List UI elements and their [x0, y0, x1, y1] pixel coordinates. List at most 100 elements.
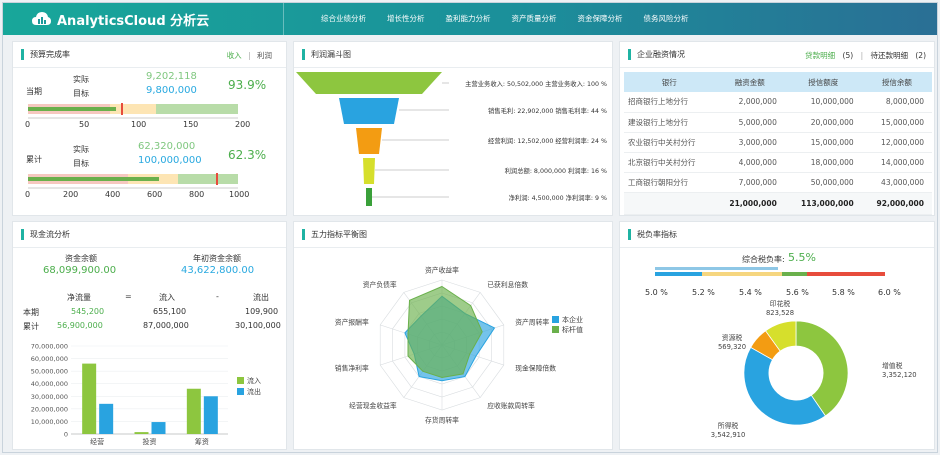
- five-forces-card: 五力指标平衡图 资产收益率 已获利息倍数 资产周转率 现金保障倍数 应收账款周转率 存货周…: [293, 221, 613, 450]
- radar-axis-label: 销售净利率: [335, 364, 369, 373]
- card-title: 预算完成率: [21, 49, 70, 60]
- column-header[interactable]: 授信额度: [784, 72, 862, 92]
- table-row[interactable]: 农业银行中关村分行 3,000,000 15,000,000 12,000,00…: [624, 132, 932, 153]
- tab-loan-details[interactable]: 贷款明细: [805, 51, 835, 60]
- bar-流入[interactable]: [186, 388, 201, 434]
- radar-axis-label: 资产报酬率: [335, 317, 369, 326]
- y-tick-label: 40,000,000: [31, 380, 68, 388]
- divider: [13, 67, 286, 68]
- period-net: 545,200: [71, 307, 105, 316]
- slice-value-label: 823,528: [766, 309, 794, 317]
- legend-label[interactable]: 流出: [247, 387, 261, 396]
- current-rate: 93.9%: [228, 78, 267, 92]
- divider: [620, 247, 934, 248]
- slice-name-label: 资源税: [722, 333, 743, 342]
- amount-cell: 4,000,000: [714, 152, 785, 173]
- column-header[interactable]: 授信余额: [861, 72, 932, 92]
- axis-tick: 200: [63, 190, 79, 199]
- inflow-header: 流入: [159, 293, 175, 302]
- legend-swatch: [237, 388, 244, 395]
- credit-cell: 15,000,000: [784, 132, 862, 153]
- y-tick-label: 0: [64, 431, 68, 439]
- radar-axis-label: 已获利息倍数: [487, 280, 528, 289]
- scale-tick: 5.2 %: [692, 288, 715, 297]
- cumulative-rate: 62.3%: [228, 148, 267, 162]
- tax-donut-chart: 增值税3,352,120 所得税3,542,910 资源税569,320 印花税823…: [711, 300, 917, 439]
- card-title: 企业融资情况: [628, 49, 685, 60]
- x-tick-label: 投资: [143, 437, 157, 446]
- legend-label[interactable]: 流入: [247, 376, 261, 385]
- radar-axis-label: 资产负债率: [363, 280, 397, 289]
- cumulative-net: 56,900,000: [57, 321, 103, 330]
- actual-bar: [28, 107, 116, 111]
- credit-cell: 20,000,000: [784, 112, 862, 133]
- funnel-level-net-profit: [366, 188, 372, 206]
- radar-axis-label: 应收账款周转率: [487, 401, 535, 410]
- total-label-cell: [624, 192, 715, 215]
- nav-item-profitability[interactable]: 盈利能力分析: [446, 3, 491, 35]
- legend-swatch: [552, 316, 559, 323]
- card-title: 现金流分析: [21, 229, 70, 240]
- current-target-label: 目标: [73, 89, 89, 98]
- tab-repayment-details[interactable]: 待还款明细: [870, 51, 908, 60]
- current-actual-value: 9,202,118: [146, 71, 197, 82]
- donut-slice-所得税[interactable]: [743, 346, 826, 426]
- tab-revenue[interactable]: 收入: [227, 51, 242, 60]
- bar-流出[interactable]: [203, 396, 218, 434]
- radar-chart: 资产收益率已获利息倍数资产周转率现金保障倍数应收账款周转率存货周转率 经营现金收益…: [335, 266, 583, 425]
- bank-cell: 工商银行朝阳分行: [624, 172, 715, 193]
- brand[interactable]: AnalyticsCloud 分析云: [31, 8, 209, 30]
- funnel-label: 利润总额: 8,000,000 利润率: 16 %: [504, 168, 607, 175]
- target-marker: [216, 173, 218, 185]
- bar-流出[interactable]: [151, 422, 166, 434]
- tax-card: 税负率指标 综合税负率: 5.5% 5.0 % 5.2 % 5.4 % 5.6 …: [619, 221, 935, 450]
- funnel-label: 净利润: 4,500,000 净利润率: 9 %: [508, 195, 607, 202]
- funnel-label: 经营利润: 12,502,000 经营利润率: 24 %: [488, 138, 607, 145]
- table-row[interactable]: 建设银行上地分行 5,000,000 20,000,000 15,000,000: [624, 112, 932, 133]
- total-credit-cell: 113,000,000: [784, 192, 862, 215]
- card-title: 利润漏斗图: [302, 49, 351, 60]
- card-title: 税负率指标: [628, 229, 677, 240]
- current-bullet-chart: [28, 103, 238, 119]
- bar-流出[interactable]: [99, 403, 114, 434]
- nav-item-debt-risk[interactable]: 债务风险分析: [644, 3, 689, 35]
- nav-item-overall[interactable]: 综合业绩分析: [321, 3, 366, 35]
- cumulative-actual-value: 62,320,000: [138, 141, 196, 152]
- nav-item-asset-quality[interactable]: 资产质量分析: [512, 3, 557, 35]
- credit-cell: 18,000,000: [784, 152, 862, 173]
- cumulative-out: 30,100,000: [235, 321, 281, 330]
- financing-card: 企业融资情况 贷款明细 (5) | 待还款明细 (2) 银行 融资金额 授信额度…: [619, 41, 935, 216]
- column-header[interactable]: 融资金额: [714, 72, 785, 92]
- funnel-level-total-profit: [363, 158, 375, 184]
- total-amount-cell: 21,000,000: [714, 192, 785, 215]
- slice-value-label: 3,352,120: [882, 371, 917, 379]
- slice-name-label: 所得税: [718, 421, 739, 430]
- profit-funnel-card: 利润漏斗图 主营业务收入: 50,502,000 主营业务收入: 100 % 销…: [293, 41, 613, 216]
- legend-label[interactable]: 本企业: [562, 315, 583, 324]
- budget-card: 预算完成率 收入 | 利润 当期 实际 9,202,118 目标 9,800,0…: [12, 41, 287, 216]
- balance-cell: 43,000,000: [861, 172, 932, 193]
- table-row[interactable]: 北京银行中关村分行 4,000,000 18,000,000 14,000,00…: [624, 152, 932, 173]
- divider: [620, 67, 934, 68]
- balance-cell: 14,000,000: [861, 152, 932, 173]
- bank-cell: 北京银行中关村分行: [624, 152, 715, 173]
- nav-item-funding[interactable]: 资金保障分析: [578, 3, 623, 35]
- cumulative-actual-label: 实际: [73, 145, 89, 154]
- top-navigation-bar: AnalyticsCloud 分析云 综合业绩分析 增长性分析 盈利能力分析 资…: [3, 3, 937, 35]
- cumulative-label: 累计: [26, 155, 42, 164]
- net-flow-header: 净流量: [67, 293, 91, 302]
- table-row[interactable]: 招商银行上地分行 2,000,000 10,000,000 8,000,000: [624, 92, 932, 113]
- tab-profit[interactable]: 利润: [257, 51, 272, 60]
- tab-repayment-count: (2): [915, 51, 926, 60]
- bar-流入[interactable]: [134, 432, 149, 434]
- column-header[interactable]: 银行: [624, 72, 715, 92]
- legend-label[interactable]: 标杆值: [562, 325, 583, 334]
- balance-cell: 15,000,000: [861, 112, 932, 133]
- table-row[interactable]: 工商银行朝阳分行 7,000,000 50,000,000 43,000,000: [624, 172, 932, 193]
- axis-tick: 400: [105, 190, 121, 199]
- bar-流入[interactable]: [82, 363, 97, 434]
- nav-item-growth[interactable]: 增长性分析: [387, 3, 425, 35]
- actual-bar: [28, 177, 159, 181]
- cumulative-target-value: 100,000,000: [138, 155, 202, 166]
- x-tick-label: 经营: [90, 437, 104, 446]
